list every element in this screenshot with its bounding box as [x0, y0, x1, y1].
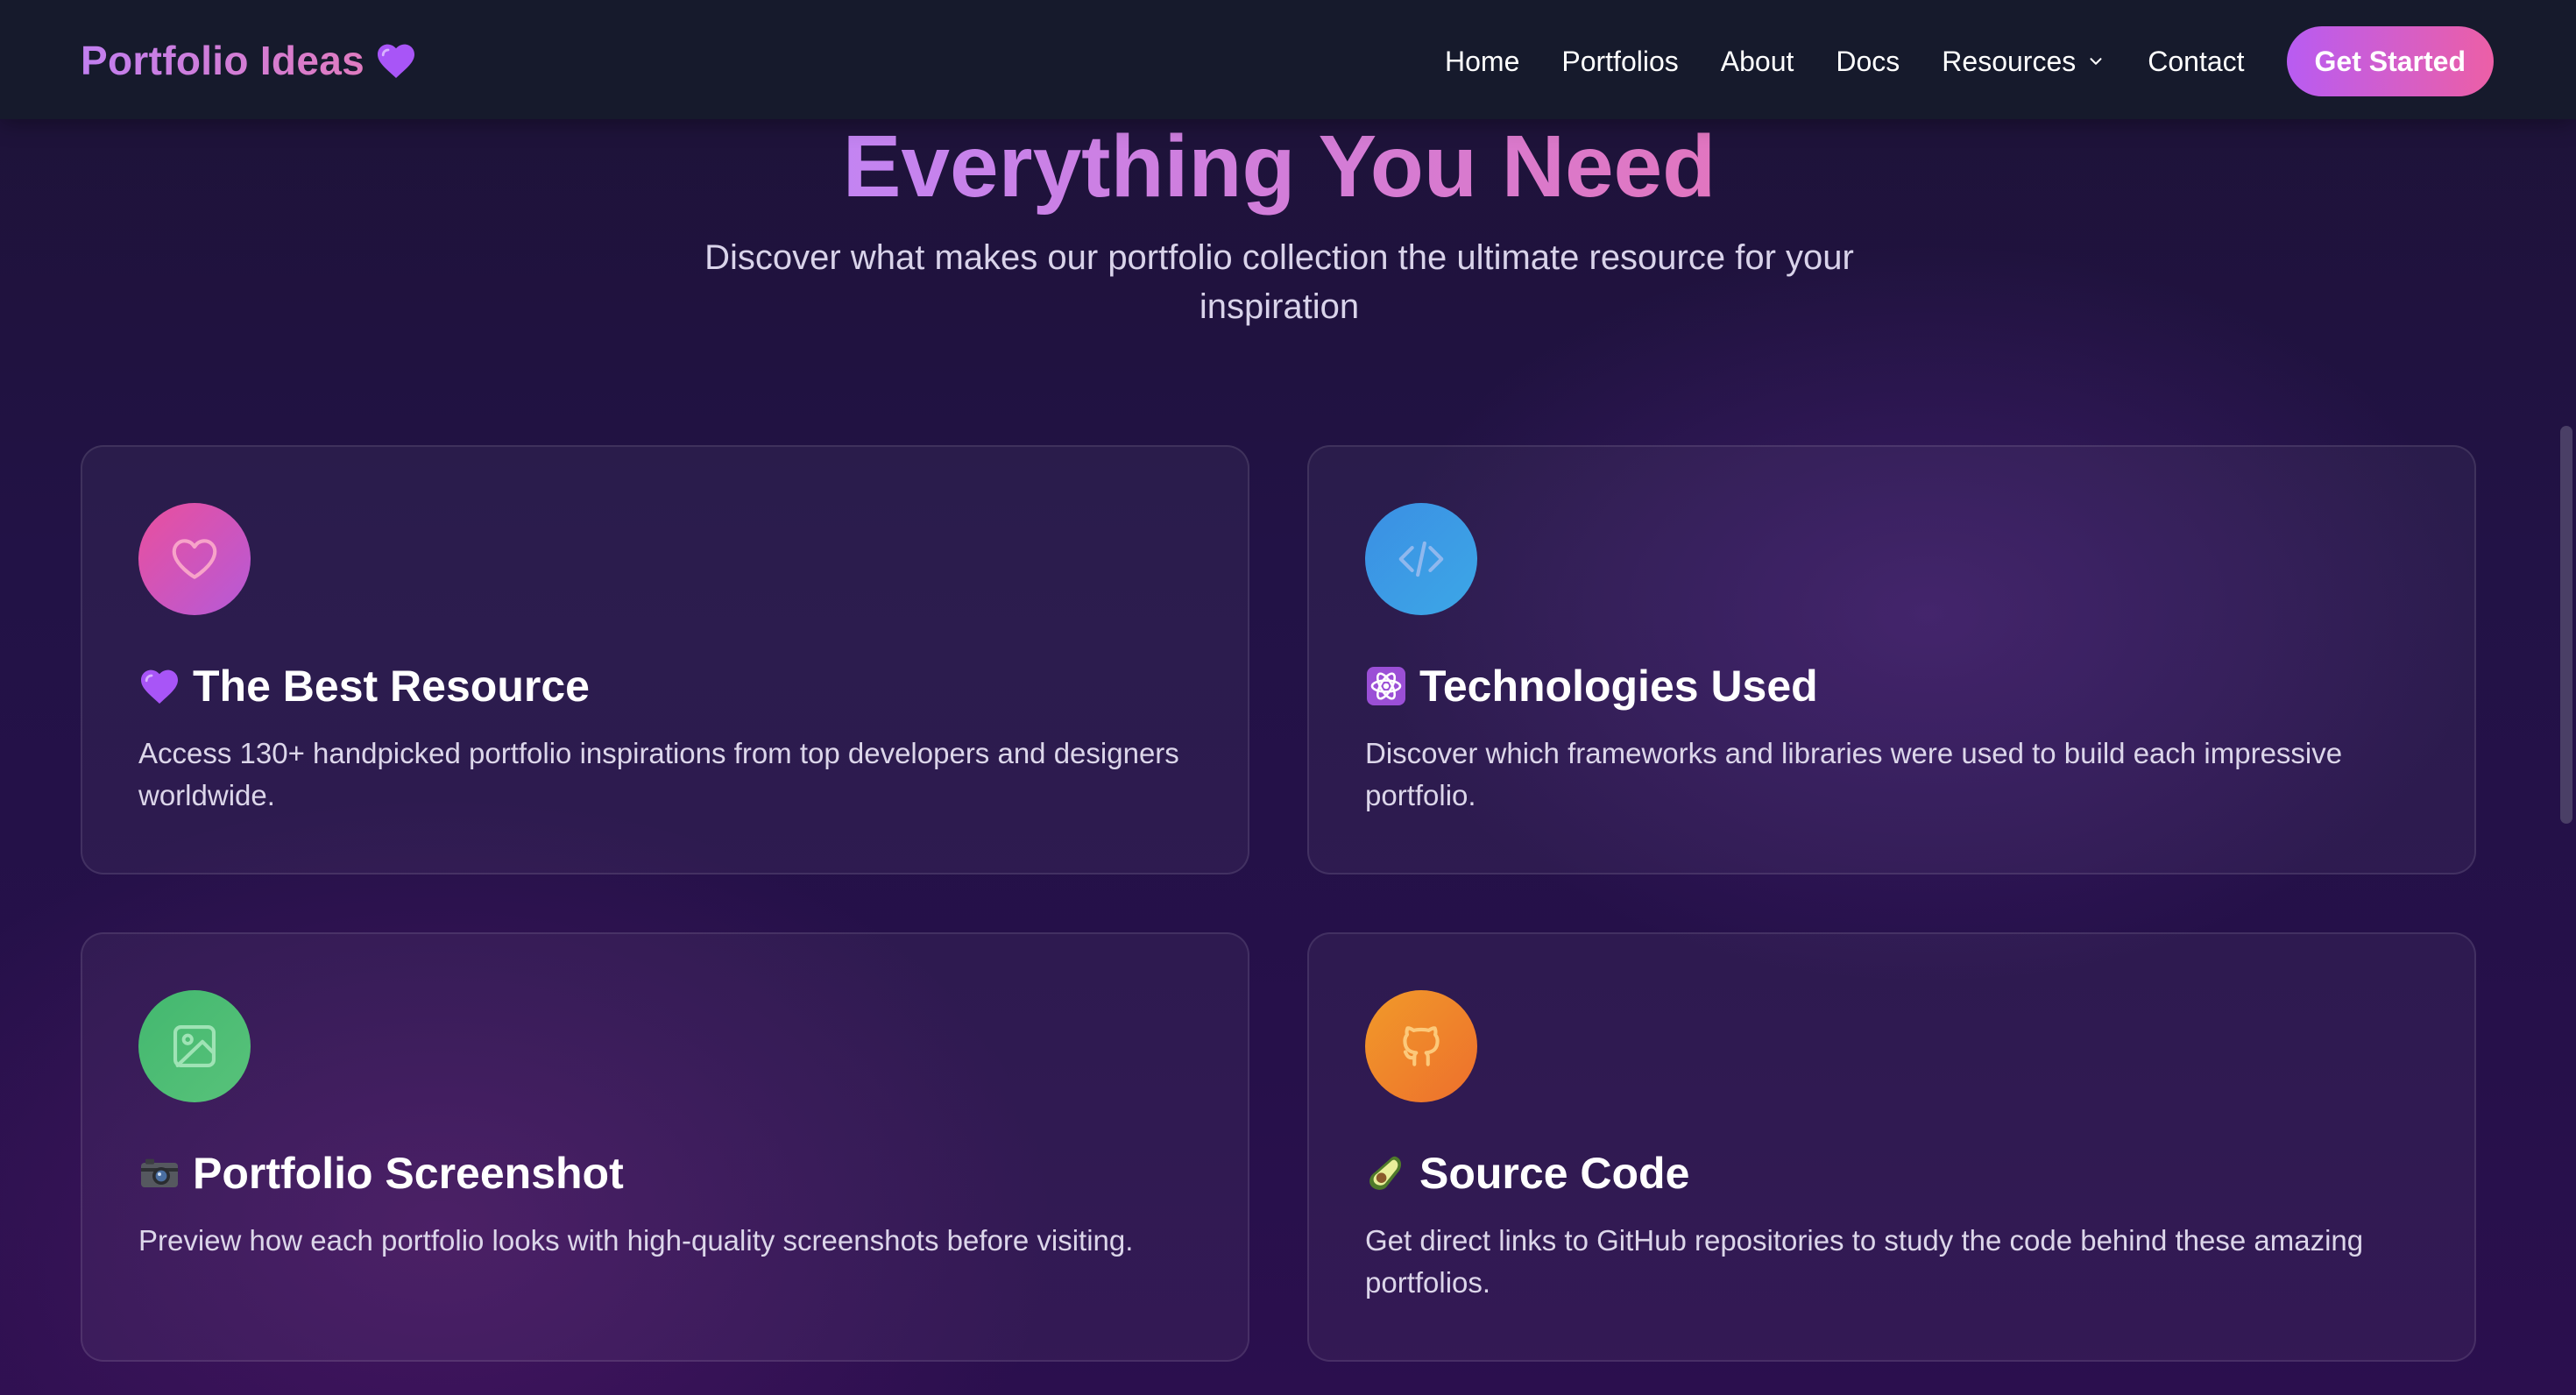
- section-subtitle: Discover what makes our portfolio collec…: [704, 238, 1854, 326]
- brand-logo[interactable]: Portfolio Ideas: [81, 33, 417, 88]
- brand-name: Portfolio Ideas: [81, 38, 364, 83]
- section-title-text: Everything You Need: [842, 117, 1716, 216]
- image-icon: [138, 990, 251, 1102]
- nav-link-resources-label: Resources: [1942, 45, 2077, 77]
- purple-heart-emoji: [377, 44, 414, 78]
- feature-card-best-resource: The Best Resource Access 130+ handpicked…: [81, 445, 1249, 875]
- card-title: Portfolio Screenshot: [138, 1144, 624, 1202]
- feature-card-technologies: Technologies Used Discover which framewo…: [1307, 445, 2476, 875]
- get-started-button[interactable]: Get Started: [2286, 26, 2494, 96]
- card-description: Get direct links to GitHub repositories …: [1365, 1224, 2364, 1299]
- card-description: Access 130+ handpicked portfolio inspira…: [138, 737, 1179, 811]
- card-title-text: Technologies Used: [1419, 662, 1818, 711]
- avocado-emoji: [1369, 1156, 1402, 1190]
- chevron-down-icon: [2090, 58, 2102, 65]
- section-title: Everything You Need: [0, 114, 2558, 219]
- nav-link-docs[interactable]: Docs: [1836, 46, 1900, 78]
- nav-link-home[interactable]: Home: [1445, 46, 1519, 78]
- card-title-text: Portfolio Screenshot: [193, 1149, 624, 1198]
- nav-link-contact[interactable]: Contact: [2148, 46, 2244, 78]
- nav-link-resources[interactable]: Resources: [1942, 46, 2105, 78]
- github-icon: [1365, 990, 1477, 1102]
- nav-link-portfolios[interactable]: Portfolios: [1561, 46, 1678, 78]
- card-title: The Best Resource: [138, 657, 590, 715]
- card-description: Preview how each portfolio looks with hi…: [138, 1224, 1134, 1257]
- camera-emoji: [141, 1158, 178, 1187]
- card-title-text: Source Code: [1419, 1149, 1690, 1198]
- main-nav: Home Portfolios About Docs Resources Con…: [1445, 26, 2494, 96]
- purple-heart-emoji: [141, 669, 178, 704]
- atom-symbol-emoji: [1367, 667, 1405, 705]
- card-title-text: The Best Resource: [193, 662, 590, 711]
- top-navbar: Portfolio Ideas Home Portfolios About Do…: [0, 0, 2576, 119]
- card-description: Discover which frameworks and libraries …: [1365, 737, 2343, 811]
- scrollbar-thumb[interactable]: [2560, 426, 2572, 824]
- heart-icon: [138, 503, 251, 615]
- card-title: Technologies Used: [1365, 657, 1818, 715]
- code-icon: [1365, 503, 1477, 615]
- card-title: Source Code: [1365, 1144, 1689, 1202]
- feature-card-screenshot: Portfolio Screenshot Preview how each po…: [81, 932, 1249, 1362]
- nav-link-about[interactable]: About: [1721, 46, 1794, 78]
- feature-card-source-code: Source Code Get direct links to GitHub r…: [1307, 932, 2476, 1362]
